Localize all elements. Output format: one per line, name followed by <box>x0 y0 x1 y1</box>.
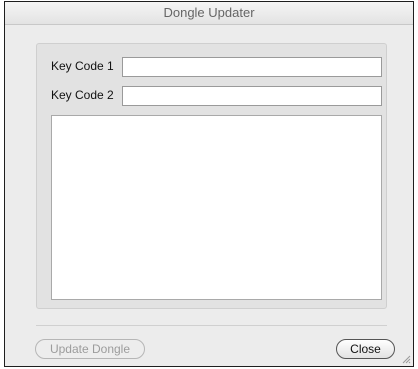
key-code-1-input[interactable] <box>122 57 382 77</box>
update-dongle-button[interactable]: Update Dongle <box>35 339 145 359</box>
window-title: Dongle Updater <box>163 5 255 20</box>
key-code-1-label: Key Code 1 <box>51 59 114 73</box>
key-code-1-row: Key Code 1 <box>37 57 388 78</box>
close-button[interactable]: Close <box>336 339 395 359</box>
resize-grip-icon[interactable] <box>401 354 411 364</box>
key-code-panel: Key Code 1 Key Code 2 <box>36 43 387 309</box>
dongle-updater-window: Dongle Updater Key Code 1 Key Code 2 Upd… <box>4 1 414 367</box>
bottom-separator <box>36 325 387 326</box>
key-code-2-label: Key Code 2 <box>51 88 114 102</box>
key-code-2-row: Key Code 2 <box>37 86 388 107</box>
key-code-2-input[interactable] <box>122 86 382 106</box>
output-text-area[interactable] <box>51 115 382 300</box>
window-titlebar[interactable]: Dongle Updater <box>5 2 413 25</box>
